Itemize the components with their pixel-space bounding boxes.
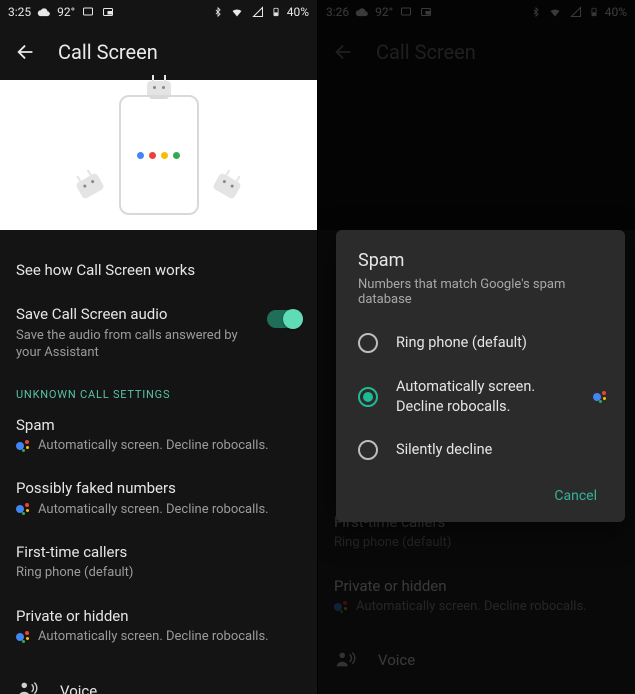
phone-illustration [119, 95, 199, 215]
setting-spam[interactable]: Spam Automatically screen. Decline roboc… [16, 403, 301, 467]
option-ring-phone[interactable]: Ring phone (default) [358, 321, 607, 365]
battery-icon [271, 5, 281, 19]
row-title: Voice [60, 681, 97, 694]
row-subtitle: Save the audio from calls answered by yo… [16, 327, 255, 362]
status-battery: 40% [287, 5, 309, 19]
weather-icon [37, 5, 51, 19]
assistant-icon [16, 502, 30, 516]
signal-icon [251, 6, 265, 18]
radio-icon [358, 387, 378, 407]
save-audio-row[interactable]: Save Call Screen audio Save the audio fr… [16, 292, 301, 373]
hero-illustration [0, 80, 317, 230]
row-title: Save Call Screen audio [16, 304, 255, 324]
option-label: Ring phone (default) [396, 333, 607, 353]
see-how-row[interactable]: See how Call Screen works [16, 248, 301, 292]
row-title: Possibly faked numbers [16, 478, 301, 498]
robot-icon [65, 161, 114, 210]
page-title: Call Screen [58, 40, 158, 64]
cast-icon [81, 6, 95, 18]
robot-icon [202, 161, 251, 210]
row-subtitle: Automatically screen. Decline robocalls. [38, 628, 269, 646]
spam-dialog: Spam Numbers that match Google's spam da… [336, 230, 625, 522]
option-label: Silently decline [396, 440, 607, 460]
option-label: Automatically screen. Decline robocalls. [396, 377, 569, 416]
settings-list: See how Call Screen works Save Call Scre… [0, 230, 317, 694]
pip-icon [101, 6, 115, 18]
row-subtitle: Automatically screen. Decline robocalls. [38, 501, 269, 519]
bluetooth-icon [213, 5, 223, 19]
assistant-icon [593, 390, 607, 404]
screen-left: 3:25 92° 40% Call Screen [0, 0, 317, 694]
row-subtitle: Ring phone (default) [16, 564, 301, 582]
screen-right: 3:26 92° 40% Call Screen First-time call… [318, 0, 635, 694]
dialog-title: Spam [358, 250, 607, 271]
voice-row[interactable]: Voice [16, 658, 301, 694]
status-bar: 3:25 92° 40% [0, 0, 317, 24]
option-auto-screen[interactable]: Automatically screen. Decline robocalls. [358, 365, 607, 428]
dialog-subtitle: Numbers that match Google's spam databas… [358, 277, 607, 307]
assistant-icon [16, 630, 30, 644]
option-silently-decline[interactable]: Silently decline [358, 428, 607, 472]
row-title: Spam [16, 415, 301, 435]
wifi-icon [229, 6, 245, 18]
radio-icon [358, 440, 378, 460]
setting-faked-numbers[interactable]: Possibly faked numbers Automatically scr… [16, 466, 301, 530]
row-title: First-time callers [16, 542, 301, 562]
setting-private-hidden[interactable]: Private or hidden Automatically screen. … [16, 594, 301, 658]
row-subtitle: Automatically screen. Decline robocalls. [38, 437, 269, 455]
radio-icon [358, 333, 378, 353]
assistant-icon [16, 439, 30, 453]
setting-first-time-callers[interactable]: First-time callers Ring phone (default) [16, 530, 301, 594]
cancel-button[interactable]: Cancel [544, 480, 607, 512]
status-temp: 92° [57, 5, 75, 19]
back-button[interactable] [14, 40, 38, 64]
status-time: 3:25 [8, 5, 31, 19]
section-label: UNKNOWN CALL SETTINGS [16, 374, 301, 403]
save-audio-toggle[interactable] [267, 310, 301, 328]
row-title: See how Call Screen works [16, 260, 301, 280]
voice-icon [16, 678, 38, 694]
row-title: Private or hidden [16, 606, 301, 626]
